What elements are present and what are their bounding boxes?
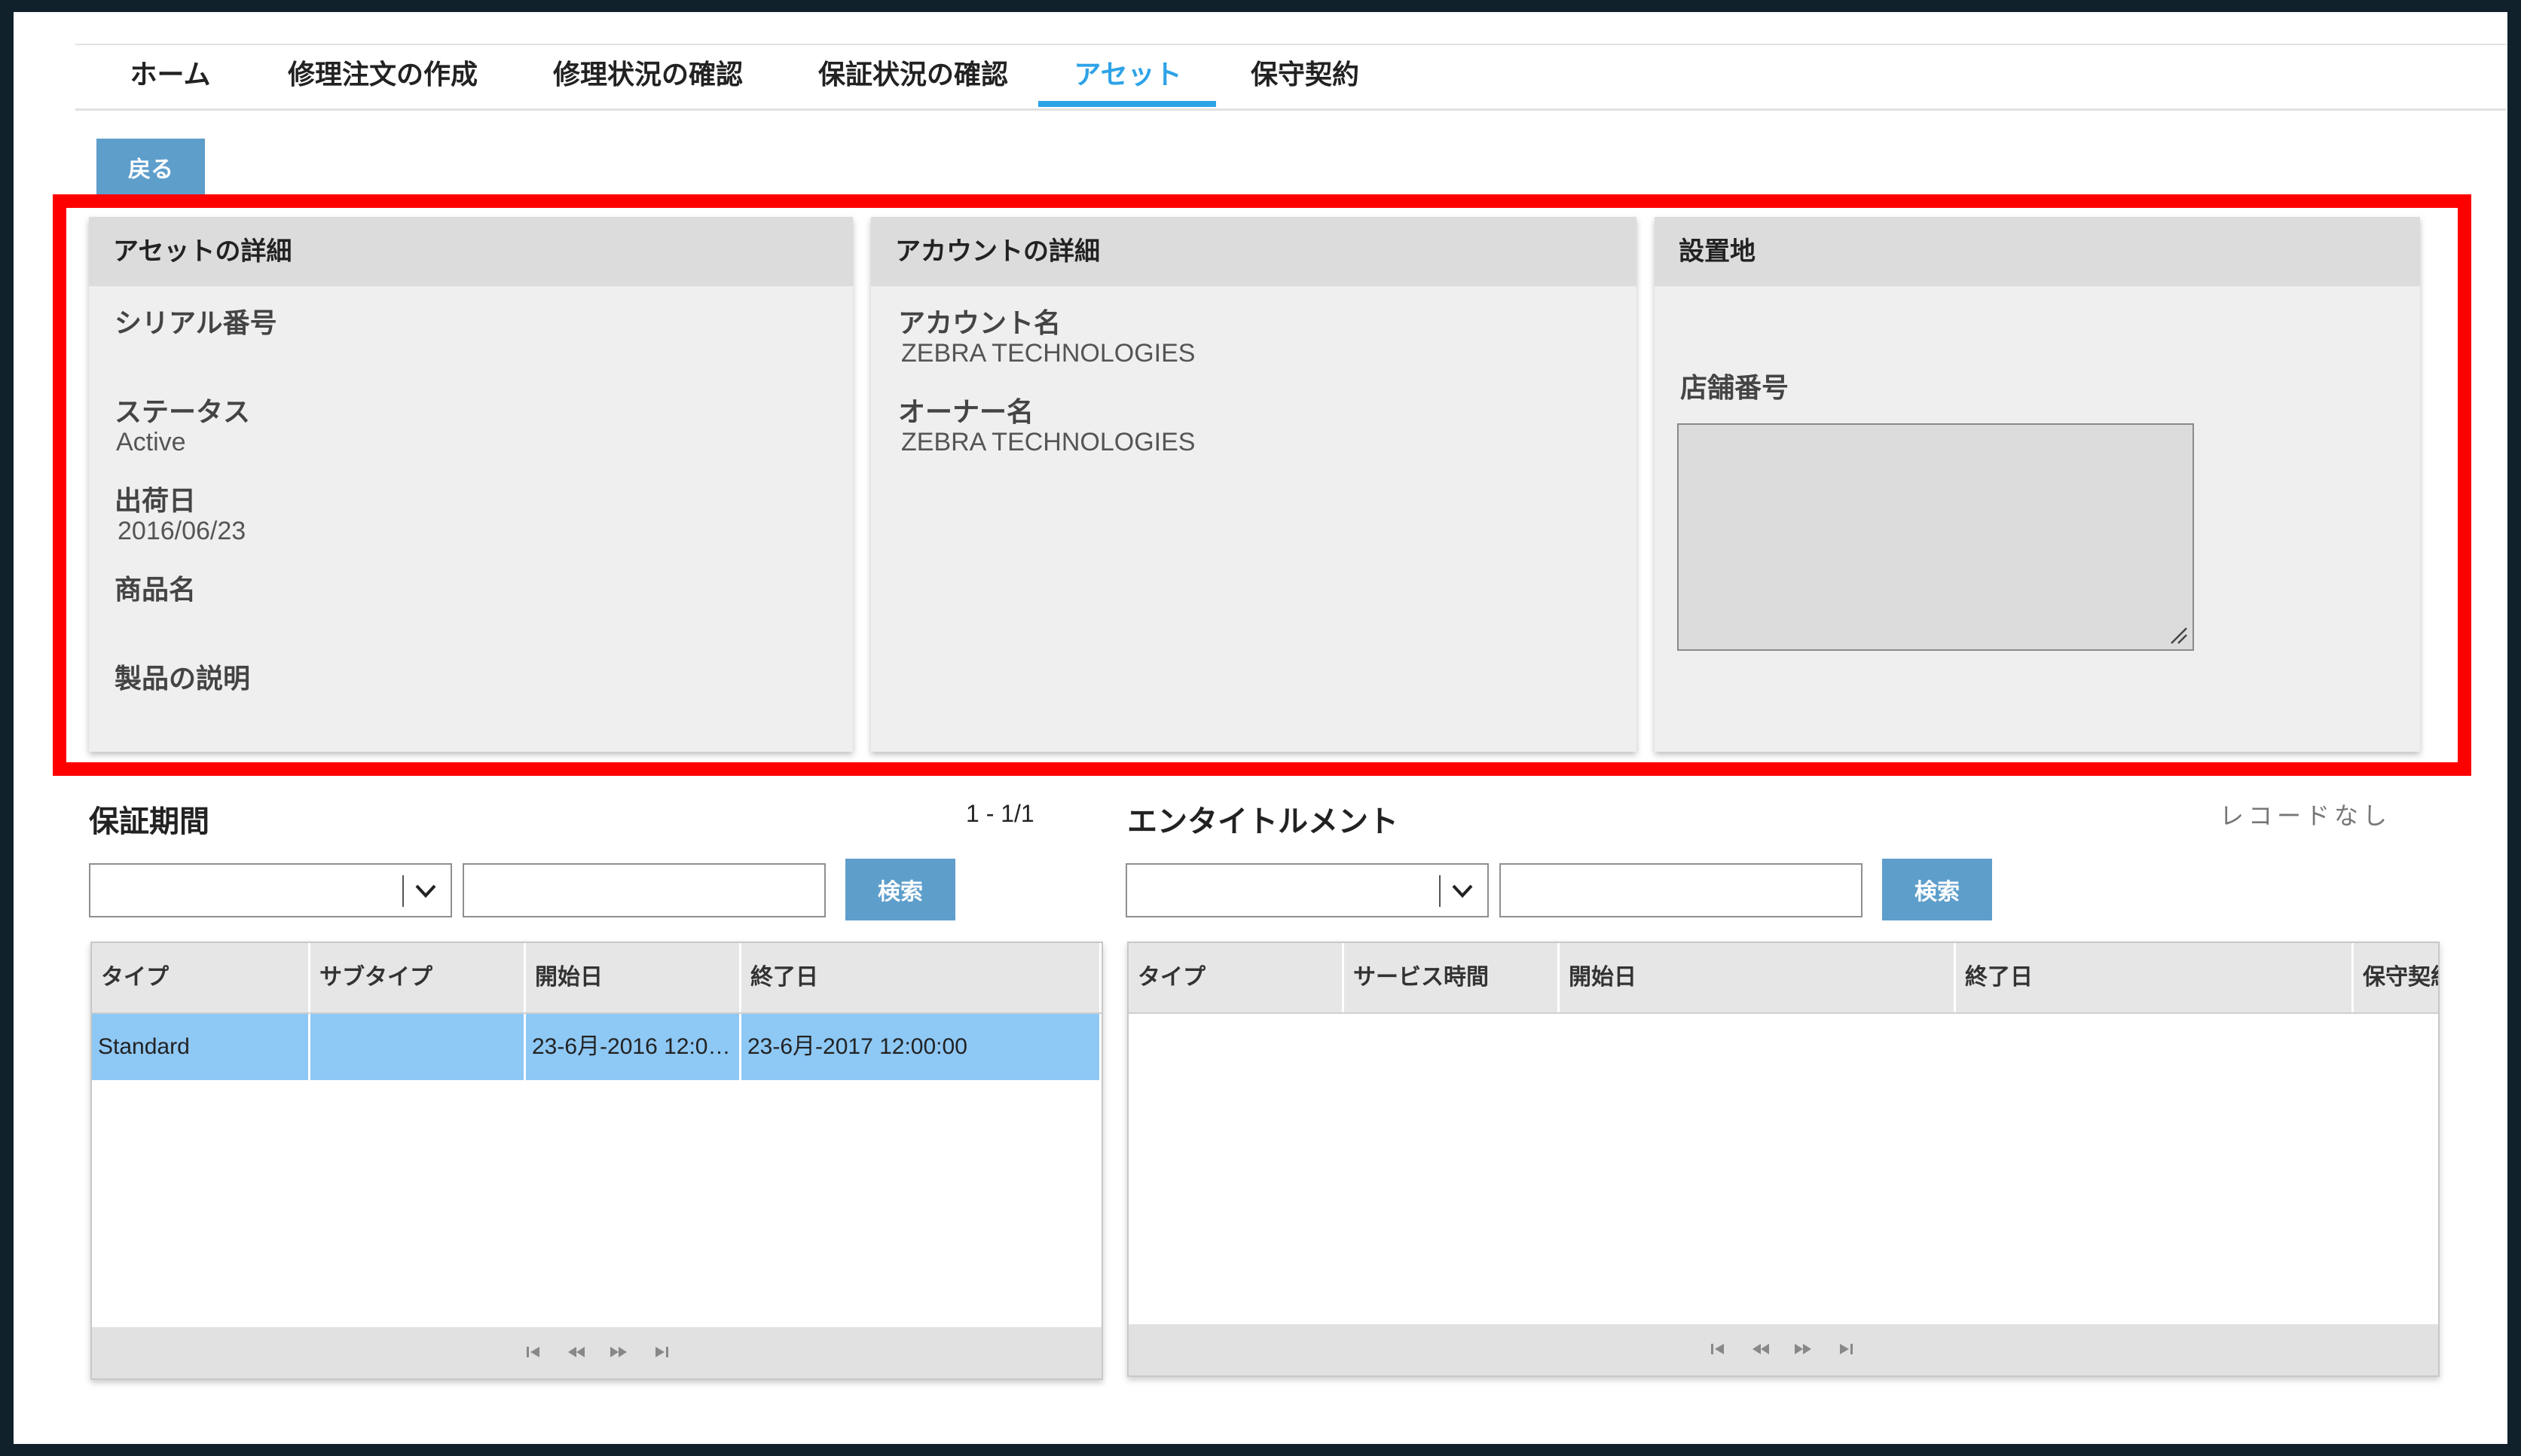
col-start-date[interactable]: 開始日 [1560, 943, 1956, 1012]
warranty-filter-select[interactable] [89, 863, 452, 917]
chevron-down-icon [415, 884, 436, 898]
tab-create-repair-order[interactable]: 修理注文の作成 [270, 45, 496, 105]
entitlement-search-input[interactable] [1499, 863, 1862, 917]
last-page-icon[interactable] [1835, 1339, 1855, 1359]
main-nav: ホーム 修理注文の作成 修理状況の確認 保証状況の確認 アセット 保守契約 [75, 45, 2506, 108]
col-type[interactable]: タイプ [92, 943, 310, 1012]
tab-repair-status[interactable]: 修理状況の確認 [535, 45, 761, 105]
prev-page-icon[interactable] [1751, 1339, 1771, 1359]
cell-type: Standard [92, 1014, 310, 1080]
col-type[interactable]: タイプ [1129, 943, 1344, 1012]
select-separator [1439, 875, 1441, 907]
col-service-hours[interactable]: サービス時間 [1344, 943, 1560, 1012]
col-end-date[interactable]: 終了日 [1956, 943, 2354, 1012]
tab-warranty-status[interactable]: 保証状況の確認 [800, 45, 1026, 105]
entitlement-no-records: レコードなし [2220, 801, 2392, 830]
warranty-grid: タイプ サブタイプ 開始日 終了日 Standard 23-6月-2016 12… [90, 942, 1103, 1380]
warranty-grid-footer [92, 1327, 1102, 1378]
col-subtype[interactable]: サブタイプ [310, 943, 526, 1012]
entitlement-filter-select[interactable] [1126, 863, 1489, 917]
next-page-icon[interactable] [1793, 1339, 1813, 1359]
warranty-search-input[interactable] [463, 863, 826, 917]
entitlement-search-button[interactable]: 検索 [1882, 859, 1992, 920]
warranty-title: 保証期間 [89, 804, 209, 839]
chevron-down-icon [1452, 884, 1473, 898]
first-page-icon[interactable] [524, 1342, 544, 1362]
back-button[interactable]: 戻る [96, 139, 205, 196]
select-separator [402, 875, 404, 907]
entitlement-grid-header: タイプ サービス時間 開始日 終了日 保守契約 [1129, 943, 2438, 1014]
warranty-grid-header: タイプ サブタイプ 開始日 終了日 [92, 943, 1102, 1014]
tab-home[interactable]: ホーム [125, 45, 215, 105]
col-start-date[interactable]: 開始日 [526, 943, 741, 1012]
cell-end-date: 23-6月-2017 12:00:00 [741, 1014, 1102, 1080]
next-page-icon[interactable] [609, 1342, 628, 1362]
entitlement-title: エンタイトルメント [1127, 804, 1398, 839]
last-page-icon[interactable] [651, 1342, 671, 1362]
warranty-search-button[interactable]: 検索 [845, 859, 955, 920]
entitlement-grid-footer [1129, 1324, 2438, 1375]
entitlement-grid: タイプ サービス時間 開始日 終了日 保守契約 [1127, 942, 2440, 1377]
active-tab-indicator [1038, 101, 1216, 107]
cell-subtype [310, 1014, 526, 1080]
entitlement-pager [1709, 1339, 1855, 1360]
prev-page-icon[interactable] [567, 1342, 586, 1362]
col-end-date[interactable]: 終了日 [741, 943, 1102, 1012]
tab-asset[interactable]: アセット [1047, 45, 1209, 105]
nav-divider [75, 108, 2506, 111]
tab-maintenance-contract[interactable]: 保守契約 [1237, 45, 1373, 105]
warranty-record-count: 1 - 1/1 [966, 800, 1034, 827]
table-row[interactable]: Standard 23-6月-2016 12:0… 23-6月-2017 12:… [92, 1014, 1102, 1080]
cell-start-date: 23-6月-2016 12:0… [526, 1014, 741, 1080]
col-maintenance-contract[interactable]: 保守契約 [2354, 943, 2438, 1012]
highlight-box [53, 194, 2471, 776]
first-page-icon[interactable] [1709, 1339, 1728, 1359]
warranty-pager [524, 1342, 671, 1363]
